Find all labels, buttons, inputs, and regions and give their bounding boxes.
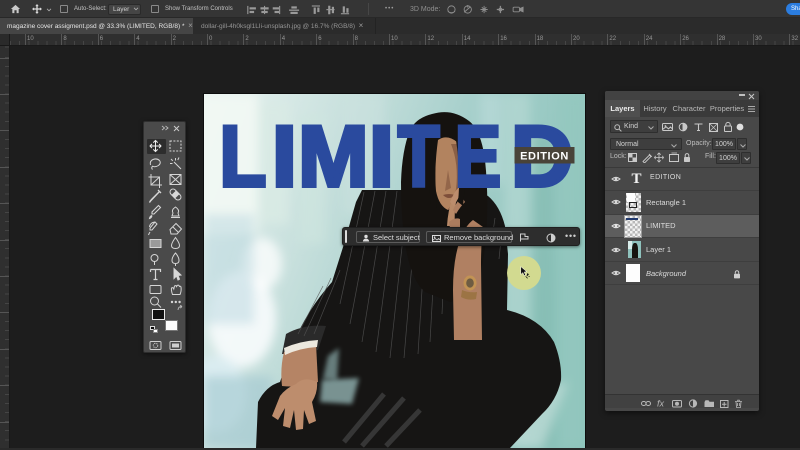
svg-text:fx: fx — [657, 399, 665, 408]
svg-text:I: I — [369, 108, 394, 204]
svg-text:E: E — [455, 108, 501, 205]
svg-text:T: T — [398, 110, 440, 205]
svg-text:M: M — [298, 109, 368, 205]
svg-text:I: I — [272, 108, 297, 204]
svg-text:EDITION: EDITION — [520, 151, 569, 163]
svg-text:L: L — [219, 109, 266, 205]
